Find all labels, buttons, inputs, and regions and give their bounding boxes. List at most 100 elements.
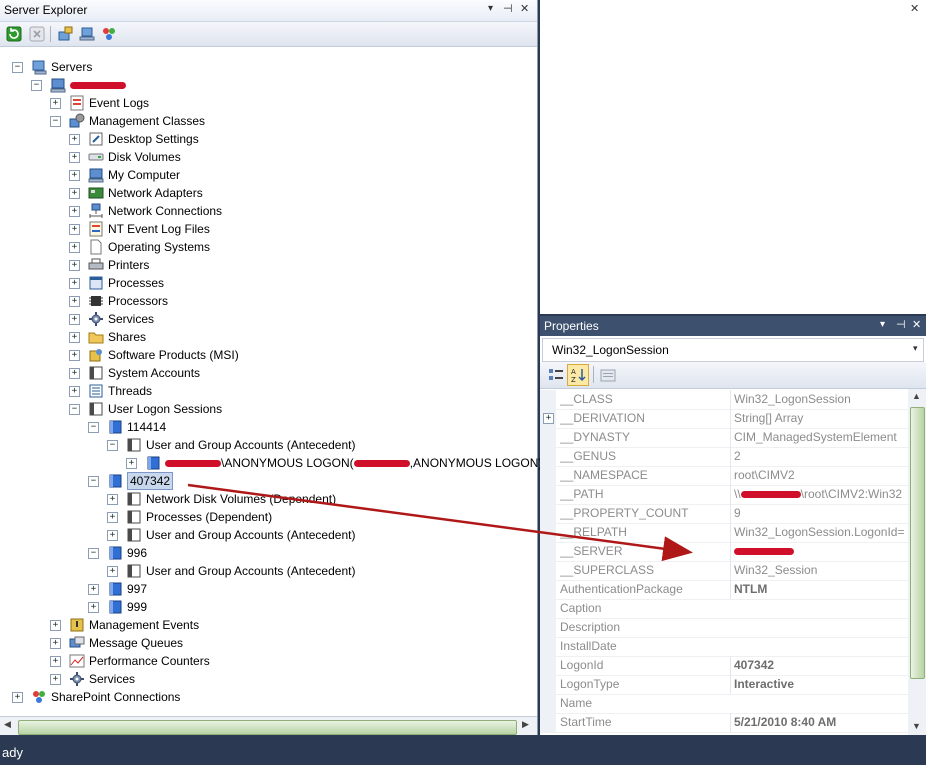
vertical-scrollbar[interactable]: ▲ ▼ [908, 389, 926, 735]
property-value[interactable]: 9 [730, 504, 908, 523]
tree-item[interactable]: + Processors [69, 292, 520, 310]
property-row[interactable]: Name [540, 694, 908, 714]
tree-item[interactable]: + Processes (Dependent) [107, 508, 520, 526]
connect-server-icon[interactable] [79, 26, 95, 42]
vertical-scroll-thumb[interactable] [910, 407, 925, 679]
scroll-left-icon[interactable]: ◀ [4, 719, 11, 730]
property-row[interactable]: + __DERIVATION String[] Array [540, 409, 908, 429]
close-icon[interactable]: ✕ [520, 2, 529, 15]
collapse-icon[interactable]: − [69, 404, 80, 415]
property-row[interactable]: Description [540, 618, 908, 638]
tree-item[interactable]: + Processes [69, 274, 520, 292]
property-value[interactable]: Win32_LogonSession [730, 390, 908, 409]
expand-icon[interactable]: + [69, 386, 80, 397]
stop-icon[interactable] [29, 26, 45, 42]
property-value[interactable]: NTLM [730, 580, 908, 599]
tree-item[interactable]: + Network Disk Volumes (Dependent) [107, 490, 520, 508]
expand-icon[interactable]: + [69, 134, 80, 145]
tree-item[interactable]: + User and Group Accounts (Antecedent) [107, 526, 520, 544]
property-row[interactable]: LogonType Interactive [540, 675, 908, 695]
property-row[interactable]: AuthenticationPackage NTLM [540, 580, 908, 600]
expand-icon[interactable]: + [69, 170, 80, 181]
scroll-up-icon[interactable]: ▲ [912, 391, 921, 401]
tree-item[interactable]: + Services [50, 670, 520, 688]
expand-icon[interactable]: + [50, 656, 61, 667]
property-row[interactable]: InstallDate [540, 637, 908, 657]
expand-icon[interactable]: + [69, 314, 80, 325]
tree-item[interactable]: + System Accounts [69, 364, 520, 382]
expand-icon[interactable]: + [50, 638, 61, 649]
expand-icon[interactable]: + [50, 98, 61, 109]
tree-item[interactable]: + Event Logs [50, 94, 520, 112]
scroll-right-icon[interactable]: ▶ [522, 719, 529, 730]
property-value[interactable]: 2 [730, 447, 908, 466]
horizontal-scrollbar[interactable]: ◀ ▶ [0, 716, 537, 736]
pin-icon[interactable]: ⊣ [503, 2, 513, 15]
tree-item[interactable]: + Message Queues [50, 634, 520, 652]
tree-item[interactable]: + Network Connections [69, 202, 520, 220]
property-row[interactable]: __DYNASTY CIM_ManagedSystemElement [540, 428, 908, 448]
collapse-icon[interactable]: − [88, 422, 99, 433]
property-row[interactable]: __SERVER [540, 542, 908, 562]
tree-item[interactable]: − Servers [12, 58, 520, 76]
expand-icon[interactable]: + [88, 602, 99, 613]
tree-item[interactable]: + Threads [69, 382, 520, 400]
property-value[interactable]: 5/21/2010 8:40 AM [730, 713, 908, 732]
property-value[interactable]: Win32_LogonSession.LogonId= [730, 523, 908, 542]
expand-icon[interactable]: + [107, 494, 118, 505]
property-value[interactable]: String[] Array [730, 409, 908, 428]
property-row[interactable]: __NAMESPACE root\CIMV2 [540, 466, 908, 486]
property-row[interactable]: __GENUS 2 [540, 447, 908, 467]
expand-icon[interactable]: + [50, 674, 61, 685]
tree-item[interactable]: + My Computer [69, 166, 520, 184]
expand-icon[interactable]: + [12, 692, 23, 703]
chevron-down-icon[interactable]: ▾ [913, 343, 918, 354]
property-row[interactable]: Caption [540, 599, 908, 619]
refresh-icon[interactable] [6, 26, 22, 42]
collapse-icon[interactable]: − [88, 548, 99, 559]
collapse-icon[interactable]: − [31, 80, 42, 91]
expand-icon[interactable]: + [543, 413, 554, 424]
expand-icon[interactable]: + [126, 458, 137, 469]
tree-item[interactable]: + \ANONYMOUS LOGON(,ANONYMOUS LOGON) [126, 454, 542, 472]
tree-item[interactable]: − User and Group Accounts (Antecedent) [107, 436, 520, 454]
tree-item[interactable]: + Disk Volumes [69, 148, 520, 166]
expand-icon[interactable]: + [69, 260, 80, 271]
alphabetical-button[interactable]: AZ [567, 364, 589, 386]
collapse-icon[interactable]: − [107, 440, 118, 451]
tree-item[interactable]: + Shares [69, 328, 520, 346]
tree-item[interactable]: + NT Event Log Files [69, 220, 520, 238]
tree-item[interactable]: +999 [88, 598, 520, 616]
expand-icon[interactable]: + [107, 512, 118, 523]
property-row[interactable]: __PROPERTY_COUNT 9 [540, 504, 908, 524]
property-value[interactable]: Interactive [730, 675, 908, 694]
tree-item[interactable]: +997 [88, 580, 520, 598]
expand-icon[interactable]: + [69, 152, 80, 163]
expand-icon[interactable]: + [107, 530, 118, 541]
tree-item[interactable]: + Printers [69, 256, 520, 274]
property-row[interactable]: StartTime 5/21/2010 8:40 AM [540, 713, 908, 733]
collapse-icon[interactable]: − [50, 116, 61, 127]
tree-item[interactable]: − 996 [88, 544, 520, 562]
tree-item[interactable]: + Software Products (MSI) [69, 346, 520, 364]
collapse-icon[interactable]: − [12, 62, 23, 73]
tree-item[interactable]: + Performance Counters [50, 652, 520, 670]
expand-icon[interactable]: + [69, 188, 80, 199]
expand-icon[interactable]: + [69, 242, 80, 253]
property-value[interactable] [730, 542, 908, 561]
close-icon[interactable]: ✕ [910, 2, 919, 15]
expand-icon[interactable]: + [69, 278, 80, 289]
tree-item[interactable]: + Operating Systems [69, 238, 520, 256]
close-icon[interactable]: ✕ [912, 318, 921, 331]
expand-icon[interactable]: + [69, 296, 80, 307]
connect-db-icon[interactable] [57, 26, 73, 42]
property-row[interactable]: __RELPATH Win32_LogonSession.LogonId= [540, 523, 908, 543]
tree-item[interactable]: + User and Group Accounts (Antecedent) [107, 562, 520, 580]
property-value[interactable]: 407342 [730, 656, 908, 675]
property-row[interactable]: LogonId 407342 [540, 656, 908, 676]
expand-icon[interactable]: + [50, 620, 61, 631]
tree-item[interactable]: − 407342 [88, 472, 520, 490]
property-row[interactable]: __SUPERCLASS Win32_Session [540, 561, 908, 581]
tree-item[interactable]: + Services [69, 310, 520, 328]
object-selector[interactable]: Win32_LogonSession ▾ [542, 338, 924, 362]
